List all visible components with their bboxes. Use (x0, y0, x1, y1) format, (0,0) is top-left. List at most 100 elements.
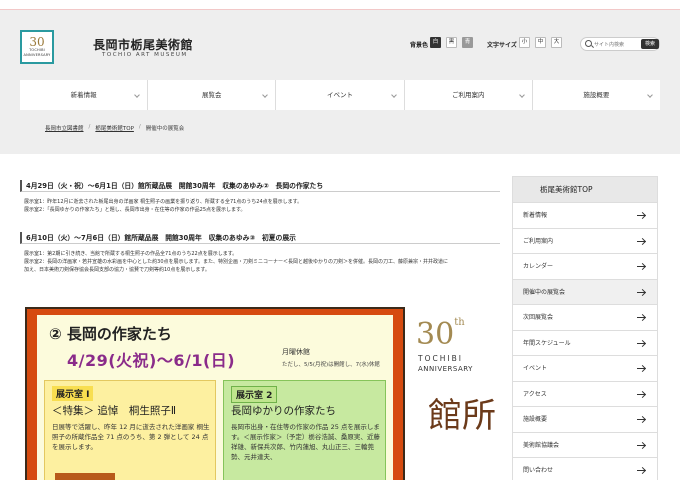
anniversary-tochibi: TOCHIBI (418, 354, 463, 363)
room2-heading: 長岡ゆかりの作家たち (231, 405, 336, 417)
breadcrumb: 長岡市立図書館 / 栃尾美術館TOP / 開催中の展覧会 (45, 124, 184, 132)
sidebar-item-contact[interactable]: 問い合わせ (513, 458, 657, 480)
nav-facility[interactable]: 施設概要 (533, 80, 660, 110)
sidebar-item-calendar[interactable]: カレンダー (513, 254, 657, 280)
exhibition-poster: ② 長岡の作家たち 4/29(火祝)〜6/1(日) 月曜休館 ただし、5/5(月… (25, 307, 405, 480)
sidebar-item-council[interactable]: 美術館協議会 (513, 433, 657, 458)
poster-dates: 4/29(火祝)〜6/1(日) (67, 351, 236, 370)
breadcrumb-current: 開催中の展覧会 (145, 126, 185, 132)
global-nav: 新着情報 展覧会 イベント ご利用案内 施設概要 (20, 80, 660, 110)
exhibition-desc: 加え、日本美術刀剣保存協会長岡支部の協力・協賛で刀剣等約10点を展示します。 (24, 267, 210, 273)
bg-black-button[interactable]: 黒 (446, 37, 457, 48)
arrow-right-icon (637, 291, 645, 293)
nav-label: 展覧会 (202, 91, 222, 99)
arrow-right-icon (637, 368, 645, 369)
arrow-right-icon (637, 317, 645, 318)
sidebar-item-next-exhibition[interactable]: 次回展覧会 (513, 305, 657, 331)
room2-body: 長岡市出身・在住等の作家の作品 25 点を展示します。＜展示作家＞（予定）栃谷浩… (231, 423, 380, 461)
exhibition-desc: 展示室2：長岡の洋画家・若井宣雄の水彩画を中心とした約30点を展示します。また、… (24, 259, 449, 265)
sidebar-item-news[interactable]: 新着情報 (513, 203, 657, 229)
nav-events[interactable]: イベント (276, 80, 405, 110)
arrow-right-icon (637, 342, 645, 344)
sidebar-item-label: ご利用案内 (523, 237, 554, 245)
room2-label: 展示室 2 (231, 386, 278, 403)
top-strip (0, 0, 680, 10)
sidebar-head[interactable]: 栃尾美術館TOP (513, 177, 657, 203)
bg-white-button[interactable]: 白 (430, 37, 441, 48)
breadcrumb-separator: / (88, 124, 91, 130)
sidebar-item-label: 美術館協議会 (523, 441, 560, 449)
sidebar-item-label: 問い合わせ (523, 467, 554, 474)
sidebar-item-label: 施設概要 (523, 416, 548, 423)
exhibition-desc: 展示室1：第2期に引き続き、当館で所蔵する桐生照子の作品全71点のうち22点を展… (24, 251, 238, 257)
font-large-button[interactable]: 大 (551, 37, 562, 48)
anniversary-label: ANNIVERSARY (418, 365, 473, 373)
sidebar-item-label: 新着情報 (523, 212, 548, 219)
search-input[interactable] (594, 40, 638, 49)
main-content: 4月29日（火・祝）〜6月1日（日）館所蔵品展 開館30周年 収集のあゆみ② 長… (20, 180, 500, 274)
arrow-right-icon (637, 393, 645, 395)
arrow-right-icon (637, 240, 645, 242)
poster-inner: ② 長岡の作家たち 4/29(火祝)〜6/1(日) 月曜休館 ただし、5/5(月… (37, 315, 393, 480)
chevron-down-icon (134, 92, 141, 98)
poster-room1: 展示室 I ＜特集＞ 追悼 桐生照子Ⅱ 日展等で活躍し、昨年 12 月に逝去され… (44, 380, 216, 480)
sidebar-item-guide[interactable]: ご利用案内 (513, 229, 657, 254)
sidebar: 栃尾美術館TOP 新着情報 ご利用案内 カレンダー 開催中の展覧会 次回展覧会 … (512, 176, 658, 480)
poster-room2: 展示室 2 長岡ゆかりの作家たち 長岡市出身・在住等の作家の作品 25 点を展示… (223, 380, 386, 480)
room1-body: 日展等で活躍し、昨年 12 月に逝去された洋画家 桐生照子の所蔵作品全 71 点… (52, 423, 210, 451)
arrow-right-icon (637, 470, 645, 471)
sidebar-item-events[interactable]: イベント (513, 356, 657, 382)
chevron-down-icon (647, 92, 653, 98)
nav-label: ご利用案内 (451, 91, 485, 99)
sidebar-item-label: アクセス (523, 390, 547, 398)
exhibition-desc: 展示室1：昨年12月に逝去された栃尾出身の洋画家 桐生照子の画業を振り返り、所蔵… (24, 199, 303, 205)
sidebar-item-label: イベント (523, 365, 548, 372)
site-subtitle: TOCHIO ART MUSEUM (102, 52, 188, 58)
sidebar-item-label: 年間スケジュール (523, 339, 571, 347)
poster-closed: 月曜休館 (282, 348, 310, 356)
logo-anniversary: ANNIVERSARY (23, 53, 51, 57)
anniversary-30: 30 (416, 317, 455, 352)
search-icon (585, 40, 592, 47)
exhibition-title: 6月10日（火）〜7月6日（日）館所蔵品展 開館30周年 収集のあゆみ③ 初夏の… (20, 232, 500, 244)
font-medium-button[interactable]: 中 (535, 37, 546, 48)
museum-logo[interactable]: 30 TOCHIBI ANNIVERSARY (20, 30, 54, 64)
font-small-button[interactable]: 小 (519, 37, 530, 48)
poster-kanji: 館所 (428, 396, 496, 436)
chevron-down-icon (262, 92, 269, 98)
poster-title: ② 長岡の作家たち (49, 325, 172, 343)
sidebar-item-label: 次回展覧会 (523, 314, 554, 321)
sidebar-item-label: 開催中の展覧会 (523, 288, 566, 296)
breadcrumb-museum-top[interactable]: 栃尾美術館TOP (95, 124, 134, 132)
bg-color-label: 背景色 (410, 42, 429, 49)
sidebar-item-current-exhibition[interactable]: 開催中の展覧会 (513, 279, 657, 305)
nav-exhibitions[interactable]: 展覧会 (148, 80, 277, 110)
font-size-label: 文字サイズ (487, 42, 517, 49)
chevron-down-icon (518, 92, 525, 98)
exhibition-desc: 展示室2：「長岡ゆかりの作家たち」と題し、長岡市出身・在住等の作家の作品25点を… (24, 207, 246, 213)
room1-heading: ＜特集＞ 追悼 桐生照子Ⅱ (52, 405, 177, 417)
nav-guide[interactable]: ご利用案内 (405, 80, 533, 110)
room1-painting (55, 473, 115, 480)
sidebar-item-access[interactable]: アクセス (513, 382, 657, 407)
poster-anniversary-panel: 30th TOCHIBI ANNIVERSARY 館所 (408, 307, 508, 480)
breadcrumb-library[interactable]: 長岡市立図書館 (45, 124, 84, 132)
logo-30: 30 (29, 35, 45, 49)
exhibition-title: 4月29日（火・祝）〜6月1日（日）館所蔵品展 開館30周年 収集のあゆみ② 長… (20, 180, 500, 192)
nav-label: 新着情報 (70, 91, 97, 99)
site-search: 検索 (580, 37, 660, 51)
arrow-right-icon (637, 444, 645, 446)
chevron-down-icon (390, 92, 397, 98)
bg-blue-button[interactable]: 青 (462, 37, 473, 48)
nav-news[interactable]: 新着情報 (20, 80, 149, 110)
breadcrumb-separator: / (138, 124, 141, 130)
anniversary-number: 30th (416, 317, 465, 352)
nav-label: イベント (327, 91, 353, 99)
arrow-right-icon (637, 266, 645, 267)
sidebar-item-label: カレンダー (523, 263, 554, 270)
sidebar-item-schedule[interactable]: 年間スケジュール (513, 331, 657, 356)
site-title[interactable]: 長岡市栃尾美術館 (93, 36, 193, 53)
search-button[interactable]: 検索 (641, 39, 659, 49)
arrow-right-icon (637, 215, 645, 216)
sidebar-item-facility[interactable]: 施設概要 (513, 407, 657, 433)
